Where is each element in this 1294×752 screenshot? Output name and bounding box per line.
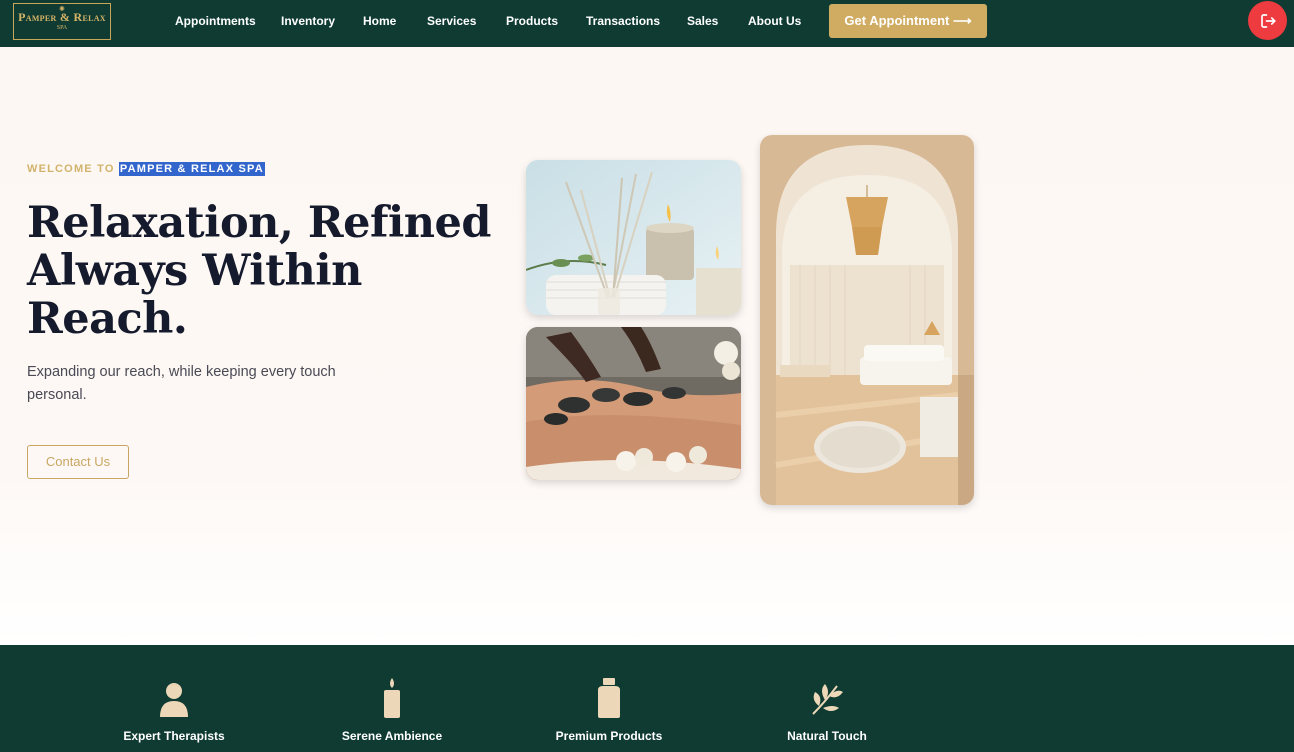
contact-us-button[interactable]: Contact Us [27, 445, 129, 479]
headline-line-1: Relaxation, Refined [27, 198, 491, 248]
top-nav: ✺ Pamper & Relax SPA Appointments Invent… [0, 0, 1294, 47]
nav-inventory[interactable]: Inventory [281, 14, 335, 28]
hero-eyebrow: WELCOME TO PAMPER & RELAX SPA [27, 162, 265, 176]
therapist-icon [160, 683, 188, 717]
nav-products[interactable]: Products [506, 14, 558, 28]
brand-logo[interactable]: ✺ Pamper & Relax SPA [13, 3, 111, 40]
get-appointment-button[interactable]: Get Appointment ⟶ [829, 4, 987, 38]
feature-label: Expert Therapists [123, 729, 225, 743]
nav-appointments[interactable]: Appointments [175, 14, 256, 28]
sun-icon: ✺ [59, 5, 65, 13]
logout-button[interactable] [1248, 1, 1287, 40]
feature-label: Serene Ambience [341, 729, 443, 743]
hero-headline: Relaxation, Refined Always Within Reach. [27, 199, 497, 343]
photo-hot-stone-massage [526, 327, 741, 480]
candle-icon [384, 678, 400, 718]
photo-spa-room [760, 135, 974, 505]
hero-subtitle: Expanding our reach, while keeping every… [27, 364, 336, 403]
bottle-icon [598, 678, 620, 718]
hero-section: WELCOME TO PAMPER & RELAX SPA Relaxation… [0, 47, 1294, 645]
nav-transactions[interactable]: Transactions [586, 14, 660, 28]
photo-candles-diffuser [526, 160, 741, 315]
nav-about-us[interactable]: About Us [748, 14, 801, 28]
headline-line-2: Always Within [27, 246, 362, 296]
eyebrow-highlight: PAMPER & RELAX SPA [118, 162, 265, 176]
leaf-icon [812, 684, 843, 715]
logout-icon [1260, 13, 1276, 28]
feature-label: Premium Products [555, 729, 663, 743]
brand-tagline: SPA [56, 25, 68, 31]
eyebrow-prefix: WELCOME TO [27, 163, 115, 175]
nav-services[interactable]: Services [427, 14, 476, 28]
features-strip: Expert Therapists Serene Ambience Premiu… [0, 645, 1294, 752]
headline-line-3: Reach. [27, 294, 188, 344]
feature-label: Natural Touch [787, 729, 867, 743]
nav-home[interactable]: Home [363, 14, 396, 28]
nav-sales[interactable]: Sales [687, 14, 718, 28]
